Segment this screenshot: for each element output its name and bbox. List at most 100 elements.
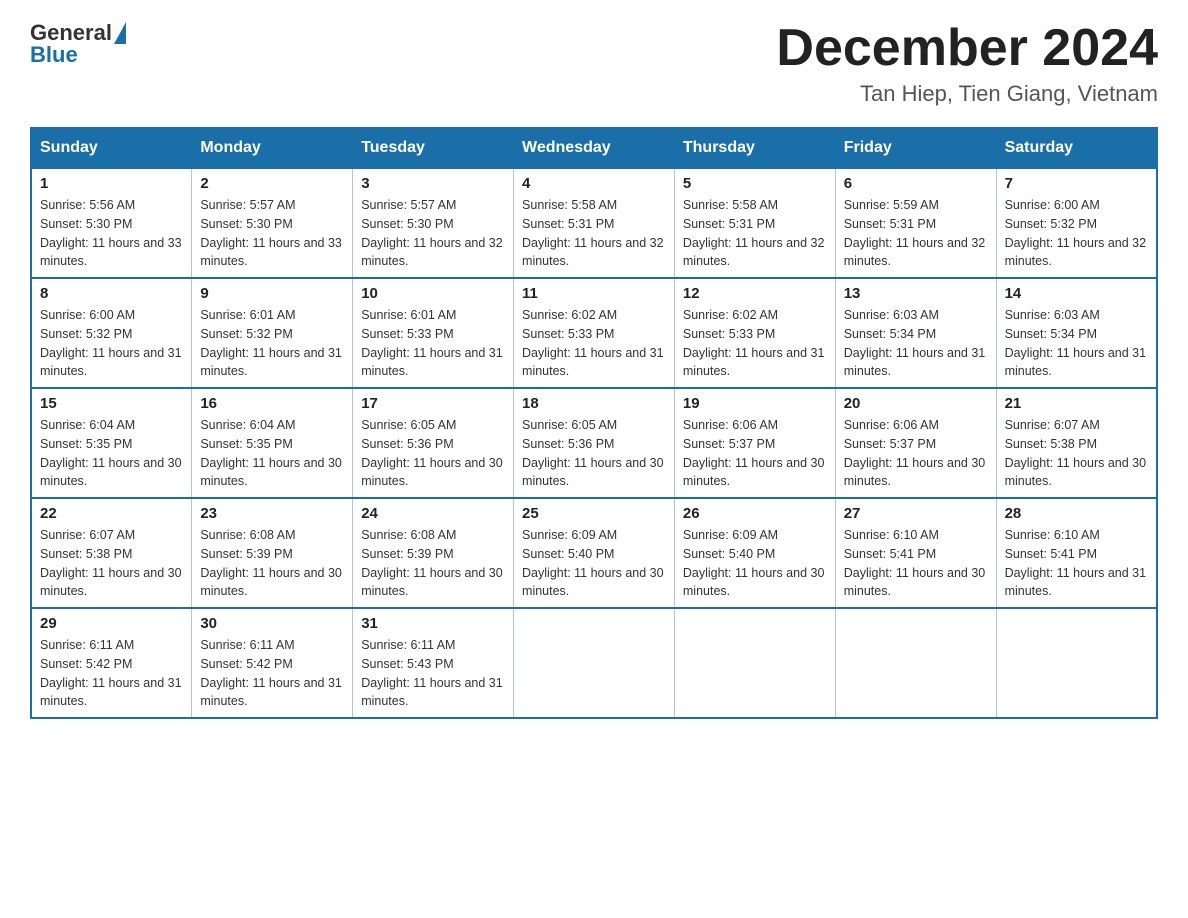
day-number: 6 xyxy=(844,175,988,192)
day-number: 15 xyxy=(40,395,183,412)
day-number: 8 xyxy=(40,285,183,302)
calendar-day-cell: 7 Sunrise: 6:00 AM Sunset: 5:32 PM Dayli… xyxy=(996,168,1157,278)
calendar-day-cell: 9 Sunrise: 6:01 AM Sunset: 5:32 PM Dayli… xyxy=(192,278,353,388)
day-number: 16 xyxy=(200,395,344,412)
calendar-day-cell: 14 Sunrise: 6:03 AM Sunset: 5:34 PM Dayl… xyxy=(996,278,1157,388)
day-info: Sunrise: 6:03 AM Sunset: 5:34 PM Dayligh… xyxy=(844,306,988,381)
calendar-day-cell: 4 Sunrise: 5:58 AM Sunset: 5:31 PM Dayli… xyxy=(514,168,675,278)
day-number: 18 xyxy=(522,395,666,412)
calendar-day-cell: 20 Sunrise: 6:06 AM Sunset: 5:37 PM Dayl… xyxy=(835,388,996,498)
calendar-day-cell: 19 Sunrise: 6:06 AM Sunset: 5:37 PM Dayl… xyxy=(674,388,835,498)
calendar-day-cell: 3 Sunrise: 5:57 AM Sunset: 5:30 PM Dayli… xyxy=(353,168,514,278)
page-header: General Blue December 2024 Tan Hiep, Tie… xyxy=(30,20,1158,107)
calendar-day-cell: 1 Sunrise: 5:56 AM Sunset: 5:30 PM Dayli… xyxy=(31,168,192,278)
empty-cell xyxy=(835,608,996,718)
day-number: 20 xyxy=(844,395,988,412)
day-number: 19 xyxy=(683,395,827,412)
day-info: Sunrise: 6:06 AM Sunset: 5:37 PM Dayligh… xyxy=(844,416,988,491)
day-info: Sunrise: 6:05 AM Sunset: 5:36 PM Dayligh… xyxy=(522,416,666,491)
calendar-day-cell: 5 Sunrise: 5:58 AM Sunset: 5:31 PM Dayli… xyxy=(674,168,835,278)
day-info: Sunrise: 6:06 AM Sunset: 5:37 PM Dayligh… xyxy=(683,416,827,491)
month-title: December 2024 xyxy=(776,20,1158,77)
day-number: 23 xyxy=(200,505,344,522)
day-info: Sunrise: 6:11 AM Sunset: 5:42 PM Dayligh… xyxy=(200,636,344,711)
day-number: 21 xyxy=(1005,395,1148,412)
day-info: Sunrise: 6:11 AM Sunset: 5:43 PM Dayligh… xyxy=(361,636,505,711)
calendar-day-cell: 24 Sunrise: 6:08 AM Sunset: 5:39 PM Dayl… xyxy=(353,498,514,608)
day-number: 25 xyxy=(522,505,666,522)
calendar-day-cell: 27 Sunrise: 6:10 AM Sunset: 5:41 PM Dayl… xyxy=(835,498,996,608)
empty-cell xyxy=(996,608,1157,718)
day-number: 27 xyxy=(844,505,988,522)
day-info: Sunrise: 6:01 AM Sunset: 5:33 PM Dayligh… xyxy=(361,306,505,381)
day-number: 29 xyxy=(40,615,183,632)
day-number: 14 xyxy=(1005,285,1148,302)
weekday-header-row: SundayMondayTuesdayWednesdayThursdayFrid… xyxy=(31,128,1157,168)
weekday-header-sunday: Sunday xyxy=(31,128,192,168)
title-area: December 2024 Tan Hiep, Tien Giang, Viet… xyxy=(776,20,1158,107)
calendar-day-cell: 29 Sunrise: 6:11 AM Sunset: 5:42 PM Dayl… xyxy=(31,608,192,718)
calendar-week-row: 22 Sunrise: 6:07 AM Sunset: 5:38 PM Dayl… xyxy=(31,498,1157,608)
day-info: Sunrise: 6:10 AM Sunset: 5:41 PM Dayligh… xyxy=(844,526,988,601)
calendar-day-cell: 25 Sunrise: 6:09 AM Sunset: 5:40 PM Dayl… xyxy=(514,498,675,608)
day-number: 10 xyxy=(361,285,505,302)
location-subtitle: Tan Hiep, Tien Giang, Vietnam xyxy=(776,81,1158,107)
day-info: Sunrise: 6:04 AM Sunset: 5:35 PM Dayligh… xyxy=(40,416,183,491)
day-number: 31 xyxy=(361,615,505,632)
day-number: 22 xyxy=(40,505,183,522)
weekday-header-thursday: Thursday xyxy=(674,128,835,168)
calendar-week-row: 8 Sunrise: 6:00 AM Sunset: 5:32 PM Dayli… xyxy=(31,278,1157,388)
calendar-day-cell: 30 Sunrise: 6:11 AM Sunset: 5:42 PM Dayl… xyxy=(192,608,353,718)
day-info: Sunrise: 6:10 AM Sunset: 5:41 PM Dayligh… xyxy=(1005,526,1148,601)
day-number: 3 xyxy=(361,175,505,192)
day-number: 12 xyxy=(683,285,827,302)
calendar-week-row: 1 Sunrise: 5:56 AM Sunset: 5:30 PM Dayli… xyxy=(31,168,1157,278)
calendar-day-cell: 13 Sunrise: 6:03 AM Sunset: 5:34 PM Dayl… xyxy=(835,278,996,388)
day-number: 13 xyxy=(844,285,988,302)
day-info: Sunrise: 6:00 AM Sunset: 5:32 PM Dayligh… xyxy=(40,306,183,381)
calendar-day-cell: 22 Sunrise: 6:07 AM Sunset: 5:38 PM Dayl… xyxy=(31,498,192,608)
day-info: Sunrise: 6:07 AM Sunset: 5:38 PM Dayligh… xyxy=(40,526,183,601)
calendar-day-cell: 12 Sunrise: 6:02 AM Sunset: 5:33 PM Dayl… xyxy=(674,278,835,388)
weekday-header-friday: Friday xyxy=(835,128,996,168)
day-info: Sunrise: 6:00 AM Sunset: 5:32 PM Dayligh… xyxy=(1005,196,1148,271)
weekday-header-wednesday: Wednesday xyxy=(514,128,675,168)
day-number: 7 xyxy=(1005,175,1148,192)
day-number: 1 xyxy=(40,175,183,192)
calendar-table: SundayMondayTuesdayWednesdayThursdayFrid… xyxy=(30,127,1158,719)
day-info: Sunrise: 6:08 AM Sunset: 5:39 PM Dayligh… xyxy=(200,526,344,601)
day-info: Sunrise: 5:57 AM Sunset: 5:30 PM Dayligh… xyxy=(200,196,344,271)
day-info: Sunrise: 6:11 AM Sunset: 5:42 PM Dayligh… xyxy=(40,636,183,711)
calendar-day-cell: 2 Sunrise: 5:57 AM Sunset: 5:30 PM Dayli… xyxy=(192,168,353,278)
empty-cell xyxy=(674,608,835,718)
day-number: 2 xyxy=(200,175,344,192)
calendar-day-cell: 26 Sunrise: 6:09 AM Sunset: 5:40 PM Dayl… xyxy=(674,498,835,608)
calendar-day-cell: 8 Sunrise: 6:00 AM Sunset: 5:32 PM Dayli… xyxy=(31,278,192,388)
day-info: Sunrise: 6:08 AM Sunset: 5:39 PM Dayligh… xyxy=(361,526,505,601)
day-number: 26 xyxy=(683,505,827,522)
day-info: Sunrise: 6:03 AM Sunset: 5:34 PM Dayligh… xyxy=(1005,306,1148,381)
calendar-day-cell: 10 Sunrise: 6:01 AM Sunset: 5:33 PM Dayl… xyxy=(353,278,514,388)
weekday-header-saturday: Saturday xyxy=(996,128,1157,168)
weekday-header-tuesday: Tuesday xyxy=(353,128,514,168)
day-info: Sunrise: 6:02 AM Sunset: 5:33 PM Dayligh… xyxy=(683,306,827,381)
calendar-week-row: 29 Sunrise: 6:11 AM Sunset: 5:42 PM Dayl… xyxy=(31,608,1157,718)
day-number: 4 xyxy=(522,175,666,192)
day-number: 9 xyxy=(200,285,344,302)
calendar-day-cell: 18 Sunrise: 6:05 AM Sunset: 5:36 PM Dayl… xyxy=(514,388,675,498)
day-number: 5 xyxy=(683,175,827,192)
day-info: Sunrise: 5:56 AM Sunset: 5:30 PM Dayligh… xyxy=(40,196,183,271)
calendar-day-cell: 11 Sunrise: 6:02 AM Sunset: 5:33 PM Dayl… xyxy=(514,278,675,388)
calendar-day-cell: 15 Sunrise: 6:04 AM Sunset: 5:35 PM Dayl… xyxy=(31,388,192,498)
calendar-day-cell: 21 Sunrise: 6:07 AM Sunset: 5:38 PM Dayl… xyxy=(996,388,1157,498)
day-info: Sunrise: 5:58 AM Sunset: 5:31 PM Dayligh… xyxy=(683,196,827,271)
day-info: Sunrise: 6:02 AM Sunset: 5:33 PM Dayligh… xyxy=(522,306,666,381)
calendar-day-cell: 28 Sunrise: 6:10 AM Sunset: 5:41 PM Dayl… xyxy=(996,498,1157,608)
calendar-week-row: 15 Sunrise: 6:04 AM Sunset: 5:35 PM Dayl… xyxy=(31,388,1157,498)
calendar-day-cell: 31 Sunrise: 6:11 AM Sunset: 5:43 PM Dayl… xyxy=(353,608,514,718)
day-info: Sunrise: 5:57 AM Sunset: 5:30 PM Dayligh… xyxy=(361,196,505,271)
calendar-day-cell: 6 Sunrise: 5:59 AM Sunset: 5:31 PM Dayli… xyxy=(835,168,996,278)
calendar-day-cell: 17 Sunrise: 6:05 AM Sunset: 5:36 PM Dayl… xyxy=(353,388,514,498)
day-number: 28 xyxy=(1005,505,1148,522)
day-info: Sunrise: 5:59 AM Sunset: 5:31 PM Dayligh… xyxy=(844,196,988,271)
